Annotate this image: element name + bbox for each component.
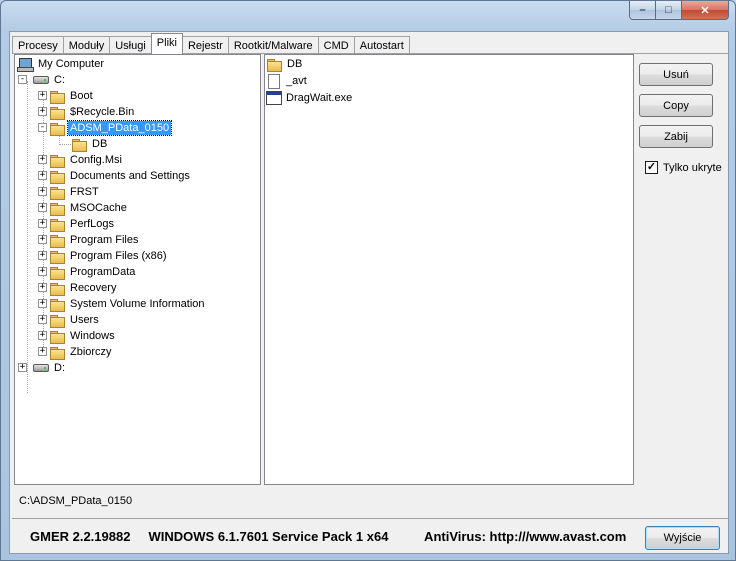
computer-icon <box>17 57 34 72</box>
tree-item[interactable]: ProgramData <box>49 264 137 280</box>
expand-icon[interactable]: + <box>38 219 47 228</box>
file-list-item[interactable]: _avt <box>266 73 309 89</box>
tab-pliki[interactable]: Pliki <box>150 33 183 54</box>
tree-item[interactable]: Config.Msi <box>49 152 124 168</box>
expand-icon[interactable]: + <box>18 363 27 372</box>
expand-icon[interactable]: + <box>38 315 47 324</box>
exe-icon <box>266 91 282 105</box>
tree-connector <box>27 81 28 393</box>
tree-item-child[interactable]: DB <box>71 136 109 152</box>
tab-rejestr[interactable]: Rejestr <box>181 36 229 54</box>
folder-icon <box>49 186 65 200</box>
file-list[interactable]: DB _avt DragWait.exe <box>264 54 634 485</box>
tree-item[interactable]: System Volume Information <box>49 296 207 312</box>
close-icon: ✕ <box>700 4 710 17</box>
tree-item[interactable]: Documents and Settings <box>49 168 192 184</box>
copy-button[interactable]: Copy <box>639 94 713 117</box>
folder-icon <box>49 90 65 104</box>
expand-icon[interactable]: + <box>38 155 47 164</box>
folder-icon <box>49 314 65 328</box>
folder-icon <box>49 218 65 232</box>
tree-item-drive-d[interactable]: D: <box>33 360 67 376</box>
drive-icon <box>33 364 49 372</box>
folder-icon <box>49 170 65 184</box>
open-folder-icon <box>49 122 65 136</box>
tree-item[interactable]: Recovery <box>49 280 118 296</box>
folder-icon <box>49 330 65 344</box>
tab-uslugi[interactable]: Usługi <box>109 36 152 54</box>
expand-icon[interactable]: + <box>38 251 47 260</box>
folder-icon <box>49 154 65 168</box>
folder-icon <box>49 346 65 360</box>
expand-icon[interactable]: + <box>38 347 47 356</box>
folder-icon <box>71 138 87 152</box>
current-path: C:\ADSM_PData_0150 <box>19 495 133 507</box>
expand-icon[interactable]: + <box>38 203 47 212</box>
client-area: Procesy Moduły Usługi Pliki Rejestr Root… <box>9 31 729 554</box>
folder-icon <box>49 202 65 216</box>
file-list-item[interactable]: DB <box>266 56 304 72</box>
tree-item[interactable]: Windows <box>49 328 117 344</box>
delete-button[interactable]: Usuń <box>639 63 713 86</box>
tab-autostart[interactable]: Autostart <box>353 36 410 54</box>
tree-connector <box>59 144 71 145</box>
exit-button[interactable]: Wyjście <box>645 526 720 550</box>
kill-button[interactable]: Zabij <box>639 125 713 148</box>
tree-item-drive-c[interactable]: C: <box>33 72 67 88</box>
title-bar[interactable]: – □ ✕ <box>1 1 735 29</box>
tab-strip: Procesy Moduły Usługi Pliki Rejestr Root… <box>12 33 410 54</box>
minimize-icon: – <box>639 4 646 16</box>
status-bar: GMER 2.2.19882 WINDOWS 6.1.7601 Service … <box>12 518 728 552</box>
collapse-icon[interactable]: - <box>38 123 47 132</box>
tree-item[interactable]: MSOCache <box>49 200 129 216</box>
drive-icon <box>33 76 49 84</box>
tree-item[interactable]: FRST <box>49 184 101 200</box>
tree-item-my-computer[interactable]: My Computer <box>17 56 106 72</box>
tree-item[interactable]: Program Files (x86) <box>49 248 169 264</box>
expand-icon[interactable]: + <box>38 267 47 276</box>
expand-icon[interactable]: + <box>38 91 47 100</box>
expand-icon[interactable]: + <box>38 299 47 308</box>
tree-item[interactable]: $Recycle.Bin <box>49 104 136 120</box>
expand-icon[interactable]: + <box>38 187 47 196</box>
tree-item[interactable]: Users <box>49 312 101 328</box>
expand-icon[interactable]: + <box>38 283 47 292</box>
expand-icon[interactable]: + <box>38 331 47 340</box>
hidden-only-label: Tylko ukryte <box>663 161 722 174</box>
folder-icon <box>49 298 65 312</box>
gmer-window: – □ ✕ Procesy Moduły Usługi Pliki Rejest… <box>0 0 736 561</box>
expand-icon[interactable]: + <box>38 171 47 180</box>
folder-tree[interactable]: My Computer C: - Boot + $Recycle.Bin + A… <box>14 54 261 485</box>
close-button[interactable]: ✕ <box>682 1 729 20</box>
folder-icon <box>49 250 65 264</box>
status-text: GMER 2.2.19882 WINDOWS 6.1.7601 Service … <box>30 529 627 544</box>
tab-moduly[interactable]: Moduły <box>62 36 111 54</box>
tree-item[interactable]: PerfLogs <box>49 216 116 232</box>
maximize-button[interactable]: □ <box>656 1 682 20</box>
file-icon <box>268 73 280 89</box>
file-list-item[interactable]: DragWait.exe <box>266 90 354 106</box>
tree-item[interactable]: Boot <box>49 88 95 104</box>
minimize-button[interactable]: – <box>629 1 656 20</box>
hidden-only-checkbox[interactable]: ✓ <box>645 161 658 174</box>
folder-icon <box>49 234 65 248</box>
folder-icon <box>49 266 65 280</box>
tree-item[interactable]: Zbiorczy <box>49 344 114 360</box>
tree-item-selected[interactable]: ADSM_PData_0150 <box>49 120 173 136</box>
folder-icon <box>49 282 65 296</box>
maximize-icon: □ <box>665 4 672 16</box>
expand-icon[interactable]: + <box>38 107 47 116</box>
window-controls: – □ ✕ <box>629 1 729 20</box>
tab-procesy[interactable]: Procesy <box>12 36 64 54</box>
folder-icon <box>49 106 65 120</box>
tab-rootkit-malware[interactable]: Rootkit/Malware <box>227 36 319 54</box>
tree-item[interactable]: Program Files <box>49 232 140 248</box>
hidden-only-option[interactable]: ✓ Tylko ukryte <box>645 161 722 174</box>
expand-icon[interactable]: + <box>38 235 47 244</box>
folder-icon <box>266 58 282 72</box>
tab-cmd[interactable]: CMD <box>317 36 355 54</box>
collapse-icon[interactable]: - <box>18 75 27 84</box>
